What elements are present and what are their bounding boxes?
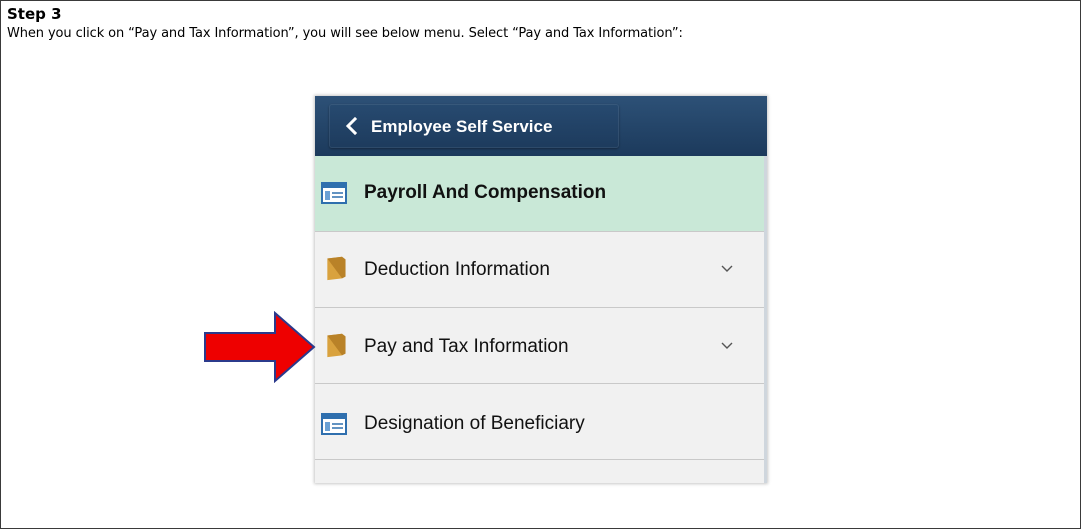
chevron-left-icon: [345, 117, 358, 135]
menu-item-pay-and-tax-information[interactable]: Pay and Tax Information: [315, 308, 764, 384]
menu-item-payroll-and-compensation[interactable]: Payroll And Compensation: [315, 156, 764, 232]
menu-item-label: Pay and Tax Information: [364, 336, 569, 357]
step-title: Step 3: [7, 5, 62, 23]
navigation-panel: Employee Self Service Payroll And Compen…: [315, 96, 767, 483]
panel-header: Employee Self Service: [315, 96, 767, 156]
menu-item-label: Deduction Information: [364, 259, 550, 280]
chevron-down-icon[interactable]: [720, 341, 734, 351]
back-button-label: Employee Self Service: [371, 117, 553, 136]
red-arrow-icon: [204, 311, 316, 383]
menu-item-designation-of-beneficiary[interactable]: Designation of Beneficiary: [315, 384, 764, 460]
table-icon: [321, 413, 347, 435]
table-icon: [321, 182, 347, 204]
menu-item-deduction-information[interactable]: Deduction Information: [315, 232, 764, 308]
back-button[interactable]: Employee Self Service: [329, 104, 619, 148]
folder-icon: [327, 256, 346, 281]
scrollbar[interactable]: [764, 156, 767, 483]
menu-item-label: Designation of Beneficiary: [364, 413, 585, 434]
step-description: When you click on “Pay and Tax Informati…: [7, 26, 683, 41]
folder-icon: [327, 333, 346, 358]
menu-item-label: Payroll And Compensation: [364, 182, 607, 203]
chevron-down-icon[interactable]: [720, 264, 734, 274]
